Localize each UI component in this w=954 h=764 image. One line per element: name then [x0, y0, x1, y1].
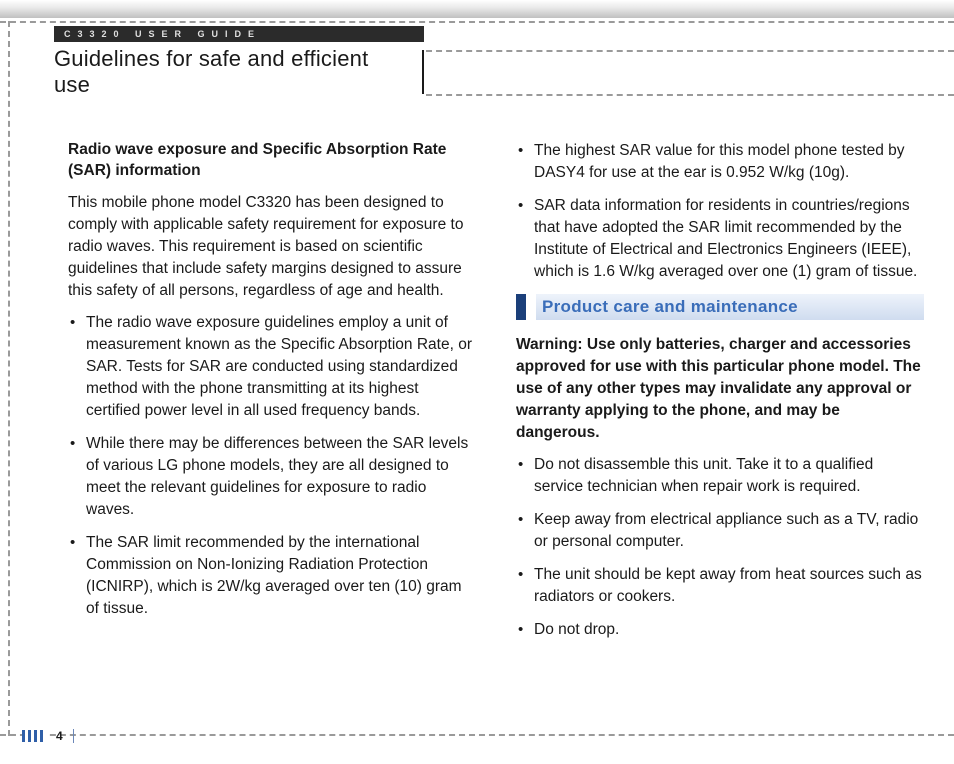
list-item: The SAR limit recommended by the interna… [68, 532, 476, 620]
chapter-title: Guidelines for safe and efficient use [54, 46, 410, 98]
page-number: 4 [56, 729, 63, 743]
product-care-bullet-list: Do not disassemble this unit. Take it to… [516, 454, 924, 641]
content-area: Radio wave exposure and Specific Absorpt… [68, 140, 924, 716]
column-left: Radio wave exposure and Specific Absorpt… [68, 140, 476, 716]
list-item: The unit should be kept away from heat s… [516, 564, 924, 608]
column-right: The highest SAR value for this model pho… [516, 140, 924, 716]
sar-bullet-list: The radio wave exposure guidelines emplo… [68, 312, 476, 620]
list-item: SAR data information for residents in co… [516, 195, 924, 283]
page-footer: 4 [22, 728, 74, 744]
page-dash-left [8, 21, 10, 736]
heading-tab-icon [516, 294, 526, 320]
heading-bar: Product care and maintenance [536, 294, 924, 320]
chapter-title-box: Guidelines for safe and efficient use [54, 50, 424, 94]
footer-stripes-icon [22, 730, 46, 742]
footer-tick-icon [73, 729, 74, 743]
heading-text: Product care and maintenance [542, 295, 798, 319]
list-item: Keep away from electrical appliance such… [516, 509, 924, 553]
chapter-dash-bottom [426, 94, 954, 96]
list-item: Do not drop. [516, 619, 924, 641]
sar-intro-paragraph: This mobile phone model C3320 has been d… [68, 192, 476, 302]
list-item: While there may be differences between t… [68, 433, 476, 521]
sar-bullet-list-cont: The highest SAR value for this model pho… [516, 140, 924, 283]
product-care-warning: Warning: Use only batteries, charger and… [516, 334, 924, 444]
top-gradient-bar [0, 0, 954, 18]
list-item: The radio wave exposure guidelines emplo… [68, 312, 476, 422]
sar-section-lead: Radio wave exposure and Specific Absorpt… [68, 140, 476, 182]
product-care-heading: Product care and maintenance [516, 294, 924, 320]
chapter-dash-top [426, 50, 954, 52]
running-head: C3320 USER GUIDE [54, 26, 424, 42]
list-item: The highest SAR value for this model pho… [516, 140, 924, 184]
page-dash-bottom [0, 734, 954, 736]
list-item: Do not disassemble this unit. Take it to… [516, 454, 924, 498]
page-dash-top [0, 21, 954, 23]
